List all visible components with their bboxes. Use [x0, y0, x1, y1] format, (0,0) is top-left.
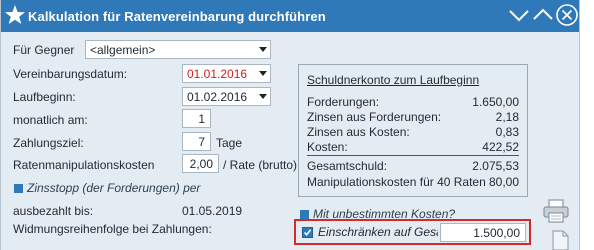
summary-row-label: Manipulationskosten für 40 Raten [307, 175, 486, 189]
manipulation-costs-unit: / Rate (brutto) [223, 158, 298, 172]
summary-row-value: 422,52 [482, 140, 519, 154]
summary-row-value: 2.075,53 [472, 159, 519, 173]
star-logo-icon [5, 5, 25, 24]
monthly-day-input[interactable]: 1 [182, 109, 211, 128]
summary-row: Manipulationskosten für 40 Raten 80,00 [307, 175, 519, 189]
summary-row: Zinsen aus Kosten: 0,83 [307, 125, 519, 139]
dropdown-arrow-icon [259, 71, 267, 76]
summary-row: Forderungen: 1.650,00 [307, 95, 519, 109]
start-date-value: 01.02.2016 [187, 90, 248, 104]
payment-target-label: Zahlungsziel: [13, 136, 84, 150]
summary-row: Gesamtschuld: 2.075,53 [307, 159, 519, 173]
summary-row-label: Zinsen aus Forderungen: [307, 110, 442, 124]
window-title: Kalkulation für Ratenvereinbarung durchf… [28, 9, 326, 24]
dialog-window: Kalkulation für Ratenvereinbarung durchf… [0, 0, 580, 250]
summary-row-label: Gesamtschuld: [307, 159, 388, 173]
printer-icon[interactable] [541, 198, 571, 224]
dedication-order-label: Widmungsreihenfolge bei Zahlungen: [13, 222, 212, 236]
dropdown-arrow-icon [259, 47, 267, 52]
title-bar: Kalkulation für Ratenvereinbarung durchf… [1, 0, 579, 32]
debtor-account-summary: Schuldnerkonto zum Laufbeginn Forderunge… [298, 64, 528, 197]
summary-row: Zinsen aus Forderungen: 2,18 [307, 110, 519, 124]
restrict-total-checkbox[interactable] [302, 227, 313, 238]
dropdown-arrow-icon [259, 94, 267, 99]
summary-row-value: 2,18 [495, 110, 519, 124]
summary-row-label: Zinsen aus Kosten: [307, 125, 410, 139]
close-icon[interactable] [555, 3, 579, 27]
summary-row-value: 0,83 [495, 125, 519, 139]
summary-row-label: Kosten: [307, 140, 348, 154]
opponent-value: <allgemein> [90, 43, 156, 57]
summary-row-value: 1.650,00 [472, 95, 519, 109]
minimize-chevron-down-icon[interactable] [507, 3, 531, 27]
maximize-chevron-up-icon[interactable] [531, 3, 555, 27]
monthly-label: monatlich am: [13, 113, 88, 127]
summary-divider [307, 155, 519, 156]
start-label: Laufbeginn: [13, 90, 76, 104]
checkmark-icon [303, 229, 312, 237]
restrict-total-amount-input[interactable]: 1.500,00 [440, 223, 526, 242]
restrict-total-label[interactable]: Einschränken auf Gesamtbetrag [318, 225, 438, 239]
summary-row: Kosten: 422,52 [307, 140, 519, 154]
agreement-date-label: Vereinbarungsdatum: [13, 67, 128, 81]
summary-row-value: 80,00 [488, 175, 519, 189]
interest-stop-toggle-icon[interactable] [14, 184, 23, 193]
payment-target-unit: Tage [216, 136, 243, 150]
manipulation-costs-label: Ratenmanipulationskosten [13, 158, 155, 172]
paid-out-value: 01.05.2019 [182, 204, 243, 218]
manipulation-costs-input[interactable]: 2,00 [182, 154, 219, 173]
opponent-select[interactable]: <allgemein> [85, 40, 271, 59]
summary-row-label: Forderungen: [307, 95, 380, 109]
paid-out-label: ausbezahlt bis: [13, 204, 94, 218]
document-icon[interactable] [549, 229, 571, 250]
interest-stop-label[interactable]: Zinsstopp (der Forderungen) per [27, 181, 200, 195]
agreement-date-picker[interactable]: 01.01.2016 [182, 64, 271, 83]
unlimited-costs-toggle-icon[interactable] [300, 210, 309, 219]
restrict-total-highlight: Einschränken auf Gesamtbetrag 1.500,00 [294, 219, 531, 245]
payment-target-input[interactable]: 7 [182, 132, 211, 151]
agreement-date-value: 01.01.2016 [187, 67, 248, 81]
summary-heading: Schuldnerkonto zum Laufbeginn [307, 73, 480, 87]
opponent-label: Für Gegner [13, 43, 75, 57]
start-date-picker[interactable]: 01.02.2016 [182, 87, 271, 106]
dialog-content: Für Gegner <allgemein> Vereinbarungsdatu… [1, 32, 539, 250]
